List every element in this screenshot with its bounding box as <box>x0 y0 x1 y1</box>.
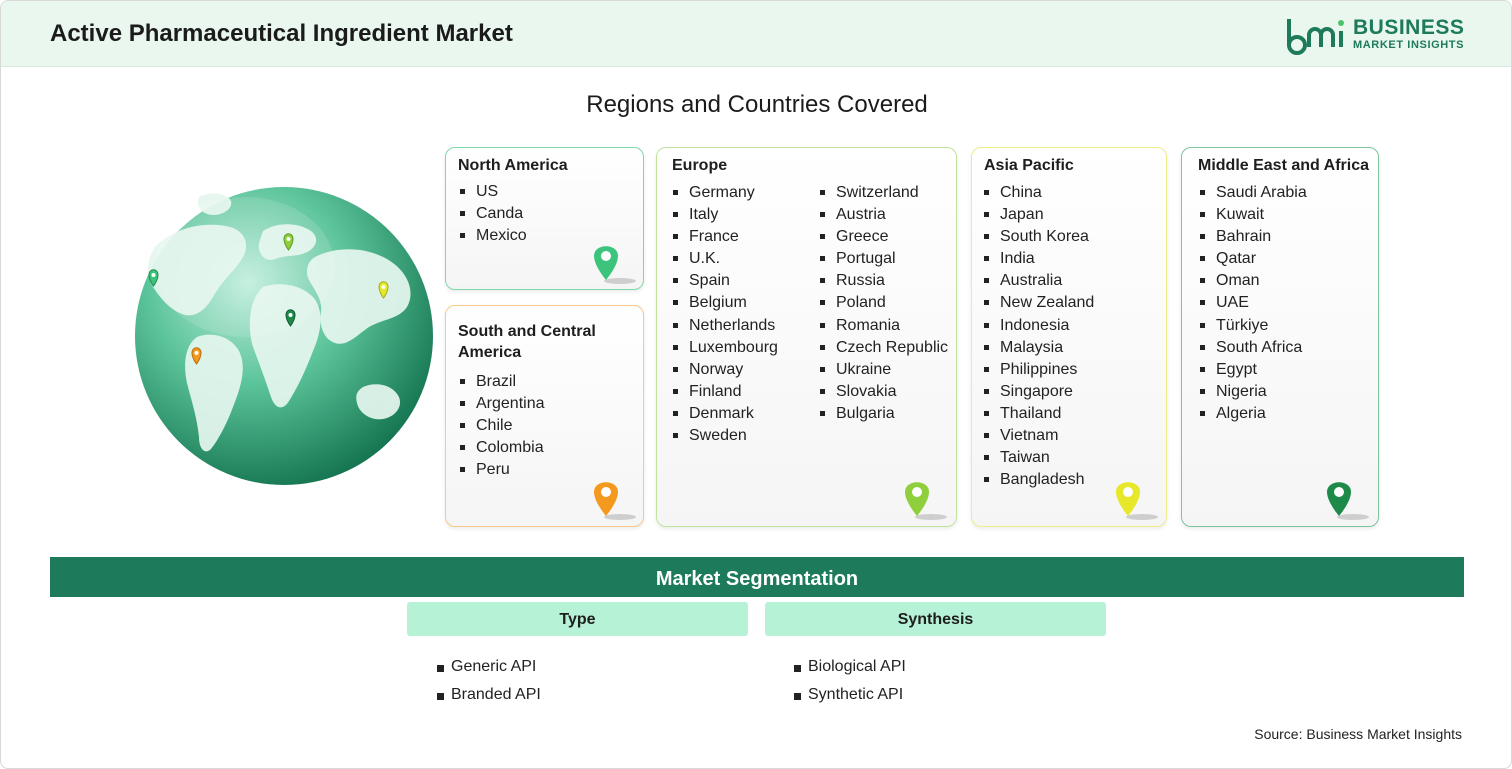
list-item: Germany <box>673 182 778 204</box>
list-item: Ukraine <box>820 359 948 381</box>
list-item: Mexico <box>460 225 527 247</box>
list-item: U.K. <box>673 248 778 270</box>
list-item: Türkiye <box>1200 315 1307 337</box>
region-country-list: US Canda Mexico <box>460 181 527 247</box>
list-item: Egypt <box>1200 359 1307 381</box>
list-item: Bahrain <box>1200 226 1307 248</box>
region-title: Asia Pacific <box>984 157 1074 174</box>
list-item: Brazil <box>460 371 545 393</box>
region-card-south-central-america: South and Central America Brazil Argenti… <box>445 305 644 527</box>
list-item: Biological API <box>794 653 906 681</box>
list-item: Netherlands <box>673 315 778 337</box>
segment-heading-synthesis: Synthesis <box>765 602 1106 636</box>
location-pin-icon <box>905 482 947 520</box>
location-pin-icon <box>1327 482 1369 520</box>
list-item: Malaysia <box>984 337 1094 359</box>
list-item: Taiwan <box>984 447 1094 469</box>
list-item: Portugal <box>820 248 948 270</box>
list-item: US <box>460 181 527 203</box>
region-country-list-col-2: Switzerland Austria Greece Portugal Russ… <box>820 182 948 425</box>
list-item: Luxembourg <box>673 337 778 359</box>
list-item: Singapore <box>984 381 1094 403</box>
list-item: China <box>984 182 1094 204</box>
infographic-frame: Active Pharmaceutical Ingredient Market … <box>0 0 1512 769</box>
list-item: Poland <box>820 292 948 314</box>
region-title: Europe <box>672 157 728 174</box>
list-item: Spain <box>673 270 778 292</box>
region-card-north-america: North America US Canda Mexico <box>445 147 644 290</box>
logo-line-1: BUSINESS <box>1353 16 1465 39</box>
list-item: Slovakia <box>820 381 948 403</box>
list-item: Czech Republic <box>820 337 948 359</box>
list-item: Indonesia <box>984 315 1094 337</box>
list-item: Japan <box>984 204 1094 226</box>
region-country-list-col-1: Germany Italy France U.K. Spain Belgium … <box>673 182 778 447</box>
list-item: France <box>673 226 778 248</box>
list-item: Algeria <box>1200 403 1307 425</box>
region-title: South and Central America <box>458 323 596 361</box>
region-title: Middle East and Africa <box>1198 157 1369 174</box>
list-item: Thailand <box>984 403 1094 425</box>
list-item: Oman <box>1200 270 1307 292</box>
list-item: Branded API <box>437 681 541 709</box>
list-item: Argentina <box>460 393 545 415</box>
segment-list-type: Generic API Branded API <box>437 653 541 709</box>
list-item: Peru <box>460 459 545 481</box>
source-note: Source: Business Market Insights <box>1254 726 1462 742</box>
list-item: Kuwait <box>1200 204 1307 226</box>
list-item: Norway <box>673 359 778 381</box>
list-item: Qatar <box>1200 248 1307 270</box>
list-item: Nigeria <box>1200 381 1307 403</box>
region-title: North America <box>458 157 568 174</box>
list-item: South Africa <box>1200 337 1307 359</box>
location-pin-icon <box>594 482 636 520</box>
list-item: Bangladesh <box>984 469 1094 491</box>
list-item: Chile <box>460 415 545 437</box>
list-item: Canda <box>460 203 527 225</box>
list-item: Switzerland <box>820 182 948 204</box>
header: Active Pharmaceutical Ingredient Market … <box>1 1 1511 67</box>
segment-heading-type: Type <box>407 602 748 636</box>
list-item: Philippines <box>984 359 1094 381</box>
list-item: Romania <box>820 315 948 337</box>
list-item: Greece <box>820 226 948 248</box>
list-item: Vietnam <box>984 425 1094 447</box>
region-card-asia-pacific: Asia Pacific China Japan South Korea Ind… <box>971 147 1167 527</box>
list-item: Bulgaria <box>820 403 948 425</box>
list-item: India <box>984 248 1094 270</box>
list-item: Russia <box>820 270 948 292</box>
list-item: Colombia <box>460 437 545 459</box>
region-country-list: Saudi Arabia Kuwait Bahrain Qatar Oman U… <box>1200 182 1307 425</box>
list-item: UAE <box>1200 292 1307 314</box>
list-item: Generic API <box>437 653 541 681</box>
region-country-list: Brazil Argentina Chile Colombia Peru <box>460 371 545 481</box>
location-pin-icon <box>594 246 636 284</box>
region-card-middle-east-africa: Middle East and Africa Saudi Arabia Kuwa… <box>1181 147 1379 527</box>
logo-line-2: MARKET INSIGHTS <box>1353 39 1465 51</box>
segmentation-title-bar: Market Segmentation <box>50 557 1464 597</box>
segment-list-synthesis: Biological API Synthetic API <box>794 653 906 709</box>
page-title: Active Pharmaceutical Ingredient Market <box>50 20 513 47</box>
region-card-europe: Europe Germany Italy France U.K. Spain B… <box>656 147 957 527</box>
brand-logo: BUSINESS MARKET INSIGHTS <box>1285 15 1465 55</box>
list-item: Austria <box>820 204 948 226</box>
location-pin-icon <box>1116 482 1158 520</box>
list-item: Australia <box>984 270 1094 292</box>
list-item: New Zealand <box>984 292 1094 314</box>
globe-icon <box>135 187 433 485</box>
bmi-logo-icon <box>1287 19 1344 55</box>
list-item: Synthetic API <box>794 681 906 709</box>
list-item: Denmark <box>673 403 778 425</box>
region-country-list: China Japan South Korea India Australia … <box>984 182 1094 491</box>
list-item: Sweden <box>673 425 778 447</box>
list-item: Finland <box>673 381 778 403</box>
list-item: Italy <box>673 204 778 226</box>
section-title: Regions and Countries Covered <box>586 91 928 118</box>
list-item: South Korea <box>984 226 1094 248</box>
list-item: Saudi Arabia <box>1200 182 1307 204</box>
list-item: Belgium <box>673 292 778 314</box>
